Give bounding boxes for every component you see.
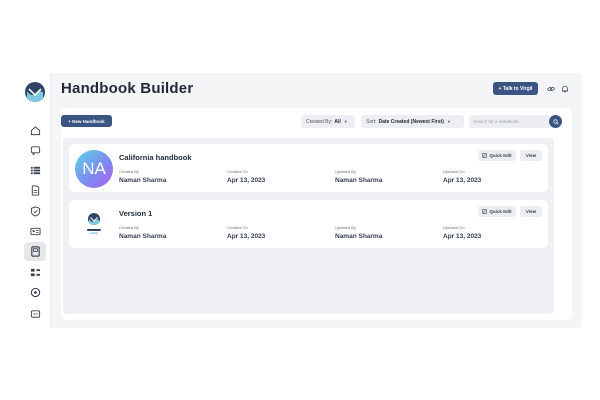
created-on-label: Created On [227, 169, 248, 174]
sidebar-item-chat[interactable] [24, 141, 46, 160]
search-icon [552, 118, 559, 125]
created-by-label: Created By [119, 169, 140, 174]
updated-by-label: Updated By [335, 169, 356, 174]
created-by-field: Created By Naman Sharma [119, 169, 166, 184]
notifications-button[interactable] [559, 82, 571, 95]
view-button[interactable]: View [520, 206, 542, 217]
updated-on-label: Updated On [443, 225, 465, 230]
updated-on-field: Updated On Apr 13, 2023 [443, 225, 481, 240]
shield-icon [30, 206, 40, 217]
tasks-icon [30, 268, 40, 277]
avatar: NA [75, 150, 113, 188]
chevron-down-icon: ▼ [446, 119, 451, 124]
updated-on-value: Apr 13, 2023 [443, 233, 482, 240]
sort-label: Sort: [366, 118, 377, 125]
virgil-logo-icon [87, 213, 101, 234]
sidebar-item-documents[interactable] [24, 181, 46, 200]
home-icon [30, 126, 40, 136]
created-on-value: Apr 13, 2023 [227, 233, 266, 240]
talk-to-virgil-button[interactable]: + Talk to Virgil [493, 82, 538, 95]
sidebar [18, 73, 51, 328]
handbook-panel: + New Handbook Created By: All ▼ Sort: D… [61, 108, 572, 320]
updated-by-field: Updated By Naman Sharma [335, 225, 382, 240]
sidebar-item-settings[interactable] [24, 283, 46, 302]
quick-edit-button[interactable]: Quick Edit [478, 150, 516, 161]
created-on-field: Created On Apr 13, 2023 [227, 169, 265, 184]
app-logo-icon[interactable] [25, 81, 45, 103]
created-by-filter-label: Created By: [306, 118, 333, 125]
search-input[interactable]: Search for a handbook... [469, 115, 549, 128]
handbook-card[interactable]: NA California handbook Created By Naman … [69, 144, 548, 192]
updated-by-label: Updated By [335, 225, 356, 230]
updated-on-label: Updated On [443, 169, 465, 174]
updated-by-field: Updated By Naman Sharma [335, 169, 382, 184]
handbook-title[interactable]: Version 1 [119, 209, 152, 218]
created-on-label: Created On [227, 225, 248, 230]
sidebar-item-list[interactable] [24, 161, 46, 180]
created-on-field: Created On Apr 13, 2023 [227, 225, 265, 240]
updated-on-field: Updated On Apr 13, 2023 [443, 169, 481, 184]
sidebar-item-messages[interactable] [24, 305, 46, 324]
edit-icon [482, 153, 488, 158]
created-by-filter-value: All [334, 118, 341, 125]
main-content: Handbook Builder + Talk to Virgil + New … [51, 73, 582, 328]
sidebar-item-home[interactable] [24, 121, 46, 140]
bell-icon [561, 85, 569, 93]
message-icon [30, 310, 40, 318]
view-button[interactable]: View [520, 150, 542, 161]
sidebar-item-id-card[interactable] [24, 222, 46, 241]
sidebar-item-handbook[interactable] [24, 242, 46, 261]
handbook-title[interactable]: California handbook [119, 153, 192, 162]
quick-edit-label: Quick Edit [489, 153, 512, 158]
updated-on-value: Apr 13, 2023 [443, 177, 482, 184]
sort-dropdown[interactable]: Sort: Date Created (Newest First) ▼ [361, 115, 464, 128]
chevron-down-icon: ▼ [343, 119, 348, 124]
handbook-icon [30, 246, 40, 257]
sidebar-item-tasks[interactable] [24, 263, 46, 282]
updated-by-value: Naman Sharma [335, 233, 383, 240]
id-card-icon [29, 227, 41, 236]
created-by-label: Created By [119, 225, 140, 230]
sidebar-item-security[interactable] [24, 202, 46, 221]
link-icon [547, 86, 555, 91]
edit-icon [482, 209, 488, 214]
quick-edit-button[interactable]: Quick Edit [478, 206, 516, 217]
updated-by-value: Naman Sharma [335, 177, 383, 184]
chat-icon [30, 146, 40, 156]
sort-value: Date Created (Newest First) [378, 118, 444, 125]
created-by-filter[interactable]: Created By: All ▼ [301, 115, 355, 128]
link-button[interactable] [545, 82, 557, 95]
created-by-value: Naman Sharma [119, 177, 167, 184]
page-title: Handbook Builder [61, 80, 194, 97]
created-by-field: Created By Naman Sharma [119, 225, 166, 240]
document-icon [31, 185, 39, 196]
created-by-value: Naman Sharma [119, 233, 167, 240]
quick-edit-label: Quick Edit [489, 209, 512, 214]
created-on-value: Apr 13, 2023 [227, 177, 266, 184]
search-button[interactable] [549, 115, 562, 128]
handbook-list: NA California handbook Created By Naman … [63, 138, 554, 314]
new-handbook-button[interactable]: + New Handbook [61, 115, 112, 127]
app-window: Handbook Builder + Talk to Virgil + New … [18, 73, 582, 328]
list-icon [30, 166, 40, 175]
settings-icon [30, 287, 40, 298]
handbook-card[interactable]: Version 1 Created By Naman Sharma Create… [69, 200, 548, 248]
